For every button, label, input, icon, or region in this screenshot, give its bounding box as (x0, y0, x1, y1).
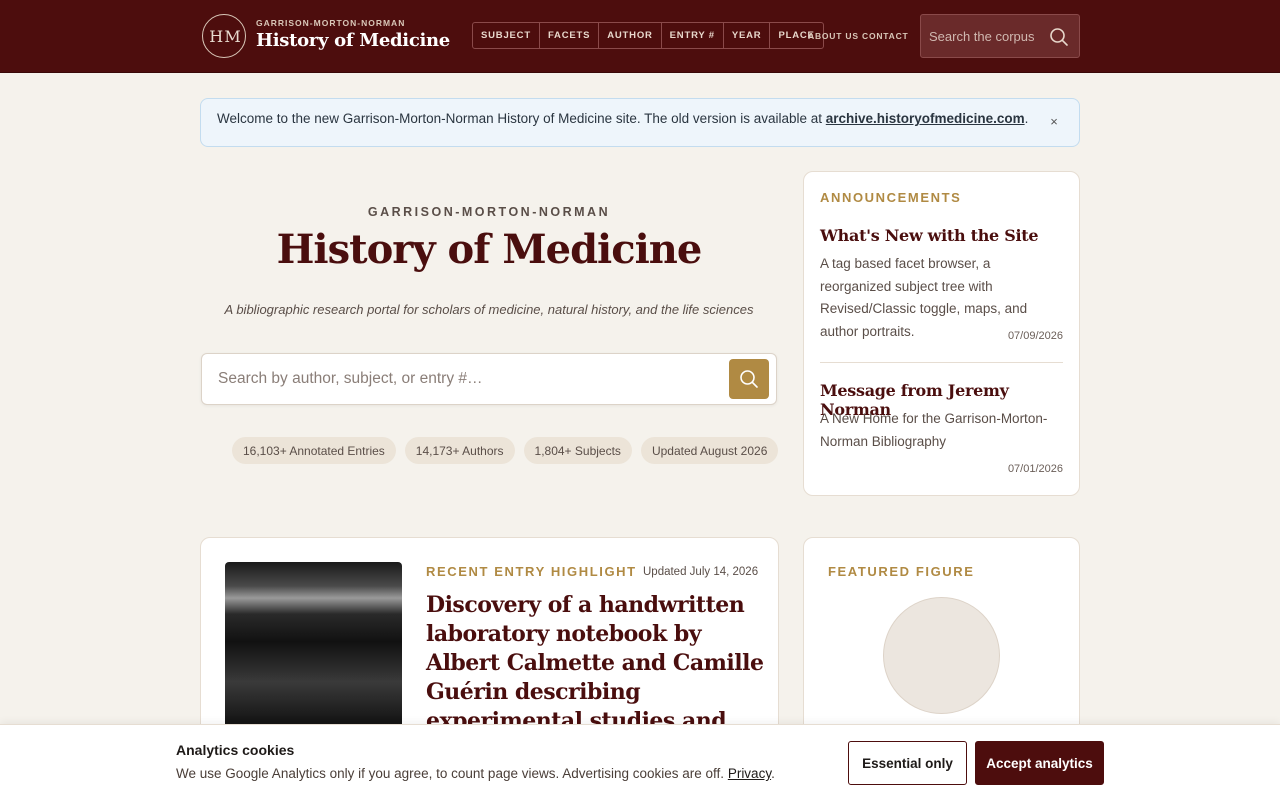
top-header: H M GARRISON-MORTON-NORMAN History of Me… (0, 0, 1280, 73)
main-nav: SUBJECT FACETS AUTHOR ENTRY # YEAR PLACE (472, 22, 824, 49)
about-link[interactable]: ABOUT US (808, 31, 859, 41)
highlight-title[interactable]: Discovery of a handwritten laboratory no… (426, 591, 766, 736)
announcements-label: ANNOUNCEMENTS (820, 190, 962, 205)
hero-kicker: GARRISON-MORTON-NORMAN (367, 205, 611, 219)
nav-subject[interactable]: SUBJECT (473, 23, 540, 48)
cookie-banner: Analytics cookies We use Google Analytic… (0, 724, 1280, 800)
highlight-label: RECENT ENTRY HIGHLIGHT (426, 564, 637, 579)
logo-subtitle[interactable]: GARRISON-MORTON-NORMAN (256, 18, 405, 28)
announcements-card: ANNOUNCEMENTS What's New with the Site A… (803, 171, 1080, 496)
welcome-notice: Welcome to the new Garrison-Morton-Norma… (200, 98, 1080, 147)
announcement-title[interactable]: What's New with the Site (820, 226, 1039, 245)
nav-year[interactable]: YEAR (724, 23, 771, 48)
announcement-date: 07/01/2026 (1007, 463, 1063, 475)
close-icon[interactable]: × (1045, 113, 1063, 131)
notice-text: Welcome to the new Garrison-Morton-Norma… (217, 111, 1029, 126)
hero-subtitle: A bibliographic research portal for scho… (224, 302, 754, 317)
privacy-link[interactable]: Privacy (728, 766, 771, 781)
main-search (201, 353, 777, 405)
header-search-input[interactable] (929, 15, 1047, 57)
search-icon[interactable] (1049, 27, 1069, 52)
featured-label: FEATURED FIGURE (828, 564, 975, 579)
highlight-date: Updated July 14, 2026 (643, 566, 759, 578)
archive-link[interactable]: archive.historyofmedicine.com (826, 111, 1025, 126)
logo-icon[interactable]: H M (202, 14, 246, 58)
stats-pills: 16,103+ Annotated Entries 14,173+ Author… (232, 437, 779, 464)
essential-only-button[interactable]: Essential only (848, 741, 967, 785)
main-search-input[interactable] (218, 354, 718, 404)
search-icon (740, 370, 758, 388)
logo-title[interactable]: History of Medicine (256, 30, 450, 51)
nav-facets[interactable]: FACETS (540, 23, 600, 48)
accept-analytics-button[interactable]: Accept analytics (975, 741, 1104, 785)
cookie-title: Analytics cookies (176, 742, 295, 758)
cookie-body: We use Google Analytics only if you agre… (176, 766, 775, 781)
announcement-date: 07/09/2026 (1007, 330, 1063, 342)
featured-portrait[interactable] (883, 597, 1000, 714)
announcement-body: A New Home for the Garrison-Morton-Norma… (820, 411, 1048, 449)
nav-author[interactable]: AUTHOR (599, 23, 662, 48)
nav-entry[interactable]: ENTRY # (662, 23, 724, 48)
stat-subjects: 1,804+ Subjects (523, 437, 632, 464)
stat-authors: 14,173+ Authors (404, 437, 515, 464)
contact-link[interactable]: CONTACT (862, 31, 909, 41)
search-button[interactable] (729, 359, 769, 399)
page-title: History of Medicine (276, 226, 703, 273)
stat-entries: 16,103+ Annotated Entries (232, 437, 396, 464)
divider (820, 362, 1063, 363)
stat-updated: Updated August 2026 (640, 437, 779, 464)
header-search (920, 14, 1080, 58)
